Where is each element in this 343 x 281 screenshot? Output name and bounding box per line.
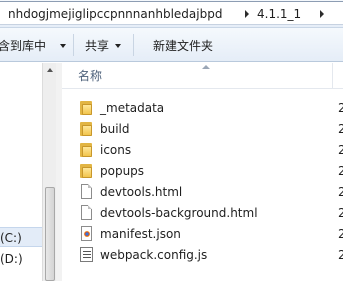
truncated-column-text: 2 [338,122,343,136]
sort-ascending-icon [202,65,210,70]
file-name: _metadata [100,101,165,115]
truncated-column-text: 2 [338,248,343,262]
toolbar-divider [73,34,74,56]
address-bar: nhdogjmejiglipccpnnnanhbledajbpd 4.1.1_1 [0,0,343,28]
file-row-popups[interactable]: popups 2 [62,161,343,182]
include-in-library-button[interactable]: 含到库中 [0,39,46,53]
html-file-icon [78,184,94,200]
chevron-down-icon[interactable] [115,44,122,48]
truncated-column-text: 2 [338,206,343,220]
explorer-window: nhdogjmejiglipccpnnnanhbledajbpd 4.1.1_1… [0,0,343,281]
breadcrumb-separator-icon[interactable] [320,8,326,20]
truncated-column-text: 2 [338,185,343,199]
folder-icon [78,100,94,116]
breadcrumb-item-version[interactable]: 4.1.1_1 [257,7,301,21]
breadcrumb[interactable]: nhdogjmejiglipccpnnnanhbledajbpd 4.1.1_1 [0,1,343,25]
column-header-row: 名称 [62,63,343,89]
file-row-devtools-background-html[interactable]: devtools-background.html 2 [62,203,343,224]
js-file-icon [78,247,94,263]
toolbar-divider [133,34,134,56]
command-toolbar: 含到库中 共享 新建文件夹 [0,28,343,62]
file-name: build [100,122,130,136]
nav-item-label: (D:) [0,252,23,266]
file-row-manifest-json[interactable]: manifest.json 2 [62,224,343,245]
column-divider[interactable] [332,63,333,89]
file-name: webpack.config.js [100,248,208,262]
file-row-devtools-html[interactable]: devtools.html 2 [62,182,343,203]
breadcrumb-item-extension-id[interactable]: nhdogjmejiglipccpnnnanhbledajbpd [8,7,222,21]
truncated-column-text: 2 [338,227,343,241]
file-row-metadata[interactable]: _metadata 2 [62,98,343,119]
truncated-column-text: 2 [338,143,343,157]
scroll-up-arrow-icon[interactable] [44,65,56,77]
file-row-webpack-config-js[interactable]: webpack.config.js 2 [62,245,343,266]
column-header-name[interactable]: 名称 [78,69,102,83]
nav-item-drive-c[interactable]: (C:) [0,227,42,247]
new-folder-button[interactable]: 新建文件夹 [153,39,213,53]
html-file-icon [78,205,94,221]
navigation-pane: (C:) (D:) [0,63,56,281]
truncated-column-text: 2 [338,164,343,178]
file-name: devtools.html [100,185,183,199]
share-button[interactable]: 共享 [85,39,109,53]
file-list: 名称 _metadata 2 build 2 icons 2 popups 2 … [62,63,343,281]
nav-scrollbar[interactable] [42,63,56,281]
file-name: devtools-background.html [100,206,258,220]
file-row-icons[interactable]: icons 2 [62,140,343,161]
file-name: manifest.json [100,227,181,241]
breadcrumb-separator-icon[interactable] [245,8,251,20]
chevron-down-icon[interactable] [60,44,67,48]
folder-icon [78,163,94,179]
chrome-file-icon [78,226,94,242]
nav-scrollbar-thumb[interactable] [45,187,55,281]
folder-icon [78,121,94,137]
file-name: popups [100,164,145,178]
nav-item-label: (C:) [0,231,22,245]
file-name: icons [100,143,132,157]
nav-item-drive-d[interactable]: (D:) [0,249,42,269]
folder-icon [78,142,94,158]
truncated-column-text: 2 [338,101,343,115]
file-row-build[interactable]: build 2 [62,119,343,140]
